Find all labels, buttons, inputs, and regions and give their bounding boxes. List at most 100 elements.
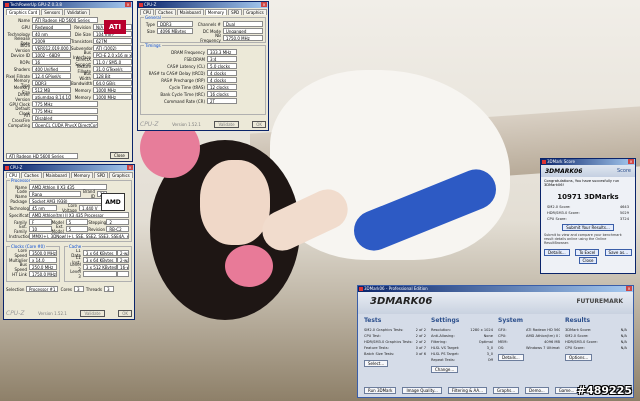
score-titlebar[interactable]: 3DMark Score × [541,159,635,165]
close-icon[interactable]: × [127,165,133,170]
ok-button[interactable]: OK [252,121,266,128]
tab-about[interactable]: About [267,9,268,15]
3dmark-logo: 3DMARK06 [370,296,433,307]
3dmark-column-results: Results 3DMark Score: N/A SM2.0 Score: N/A HD… [565,317,627,373]
3dmark-details-button[interactable]: Details... [498,354,524,361]
gpuz-field-value: atiumdag 8.14.10.0723 / Vista64 [32,94,71,100]
timing-row: Command Rate (CR) 2T [143,98,263,104]
score-info: Submit to view and compare your benchmar… [544,233,622,245]
3dmark-bottom-button-graphs[interactable]: Graphs... [492,387,520,394]
details-button[interactable]: Details... [544,249,570,256]
cache-value [82,271,118,277]
gpuz-field-label: Driver Version [15,92,30,102]
timing-row: Bank Cycle Time (tRC) 16 clocks [143,91,263,97]
tab-mainboard[interactable]: Mainboard [176,9,204,15]
clock-value: 250.0 MHz [29,264,57,270]
general-group: General Type DDR3 Size 4096 MBytes Channel… [140,15,266,43]
timing-value: 5.0 clocks [207,63,237,69]
3dmark-change-button[interactable]: Change... [431,366,459,373]
3dmark-main-window: 3DMark06 - Professional Edition × 3DMARK… [357,285,634,398]
3dmark-column-title: Settings [431,317,460,324]
tab-sensors[interactable]: Sensors [41,9,64,15]
score-title: 3DMark Score [547,159,575,164]
3dmark-options-button[interactable]: Options... [565,354,593,361]
gpuz-field-label: GPU [21,24,30,30]
tab-mainboard[interactable]: Mainboard [42,172,70,178]
ok-button[interactable]: OK [118,310,132,317]
tab-memory[interactable]: Memory [70,172,94,178]
close-icon[interactable]: × [628,159,634,164]
timing-value: 2T [207,98,237,104]
gpuz-field-label: Device ID [10,52,30,58]
tab-graphics[interactable]: Graphics [109,172,133,178]
cpuz-cpu-footer: CPU-Z Version 1.52.1 Validate OK [6,310,132,317]
close-button[interactable]: Close [110,152,129,159]
specification-label: Specification [9,212,35,218]
nb-frequency-field: 1750.0 MHz [222,35,263,41]
gpuz-field-value: 627M [93,38,132,44]
tab-spd[interactable]: SPD [228,9,243,15]
gpuz-field-value: 128 Bit [93,73,132,79]
close-icon[interactable]: × [626,286,632,291]
code-name-field: Rana [29,191,81,197]
cpuz-app-icon [139,3,143,7]
gpuz-titlebar[interactable]: TechPowerUp GPU-Z 0.3.8 × [4,2,132,8]
save-as-button[interactable]: Save as... [604,249,632,256]
3dmark-bottom-button-imagequality[interactable]: Image Quality... [402,387,442,394]
timings-group: Timings DRAM Frequency 333.3 MHz FSB:DRAM 3… [140,43,266,115]
timing-label: CAS# Latency (CL) [167,63,205,69]
close-icon[interactable]: × [261,2,267,7]
score-close-button[interactable]: Close [578,257,598,264]
close-icon[interactable]: × [125,2,131,7]
size-label: Size [146,28,155,34]
tab-memory[interactable]: Memory [204,9,228,15]
timing-value: 333.3 MHz [207,49,237,55]
gpuz-field-value: Disabled [32,115,98,121]
tab-graphics[interactable]: Graphics [243,9,267,15]
3dmark-kv-label: Batch Size Tests: [364,352,395,356]
clock-label: Bus Speed [14,262,27,272]
validate-button[interactable]: Validate [80,310,105,317]
submit-results-button[interactable]: Submit Your Results... [562,224,614,231]
instructions-label: Instructions [9,233,33,239]
tab-validation[interactable]: Validation [64,9,90,15]
specification-field: AMD Athlon(tm) II X3 435 Processor [29,212,129,218]
tab-spd[interactable]: SPD [94,172,109,178]
3dmark-bottom-bar: Run 3DMark Image Quality... Filtering & AA… [364,387,584,394]
gpuz-field-label: Bandwidth [71,80,93,86]
dc-mode-field: Unganged [222,28,263,34]
channels-label: Channels # [197,21,221,27]
gpu-select[interactable]: ATI Radeon HD 5600 Series [6,152,78,159]
3dmark-bottom-button-run3dmark[interactable]: Run 3DMark [364,387,397,394]
cpuz-cpu-titlebar[interactable]: CPU-Z × [4,165,134,171]
to-excel-button[interactable]: To Excel [575,249,600,256]
cpuz-memory-titlebar[interactable]: CPU-Z × [138,2,268,8]
cache-way: 16-way [117,264,130,270]
3dmark-kv-label: Repeat Tests: [431,358,455,362]
timing-value: 3:4 [207,56,237,62]
timing-label: Cycle Time (tRAS) [169,84,205,90]
validate-button[interactable]: Validate [214,121,239,128]
timings-group-title: Timings [144,43,162,48]
timing-value: 16 clocks [207,91,237,97]
gpuz-app-icon [5,3,9,7]
family-field: F [29,219,52,225]
tab-about[interactable]: About [133,172,134,178]
gpuz-field-value: 400 Unified [32,66,71,72]
3dmark-select-button[interactable]: Select... [364,360,389,367]
gpuz-field-value: 40 nm [32,31,71,37]
3dmark-bottom-button-filteringaa[interactable]: Filtering & AA... [447,387,487,394]
selection-label: Selection [6,286,25,292]
gpuz-field-label: Transistors [71,38,93,44]
processor-select[interactable]: Processor #1 [26,286,58,292]
timing-label: DRAM Frequency [171,49,205,55]
3dmark-kv-row: Repeat Tests: Off [431,357,493,363]
timing-value: 4 clocks [207,77,237,83]
3dmark-bottom-button-game[interactable]: Game... [554,387,579,394]
timing-label: FSB:DRAM [184,56,205,62]
tab-graphics-card[interactable]: Graphics Card [6,9,41,15]
cpuz-memory-tabs: CPUCachesMainboardMemorySPDGraphicsAbout [138,8,268,15]
package-label: Package [10,198,27,204]
gpuz-field-value: 1000 MHz [93,94,132,100]
3dmark-bottom-button-demo[interactable]: Demo... [525,387,549,394]
